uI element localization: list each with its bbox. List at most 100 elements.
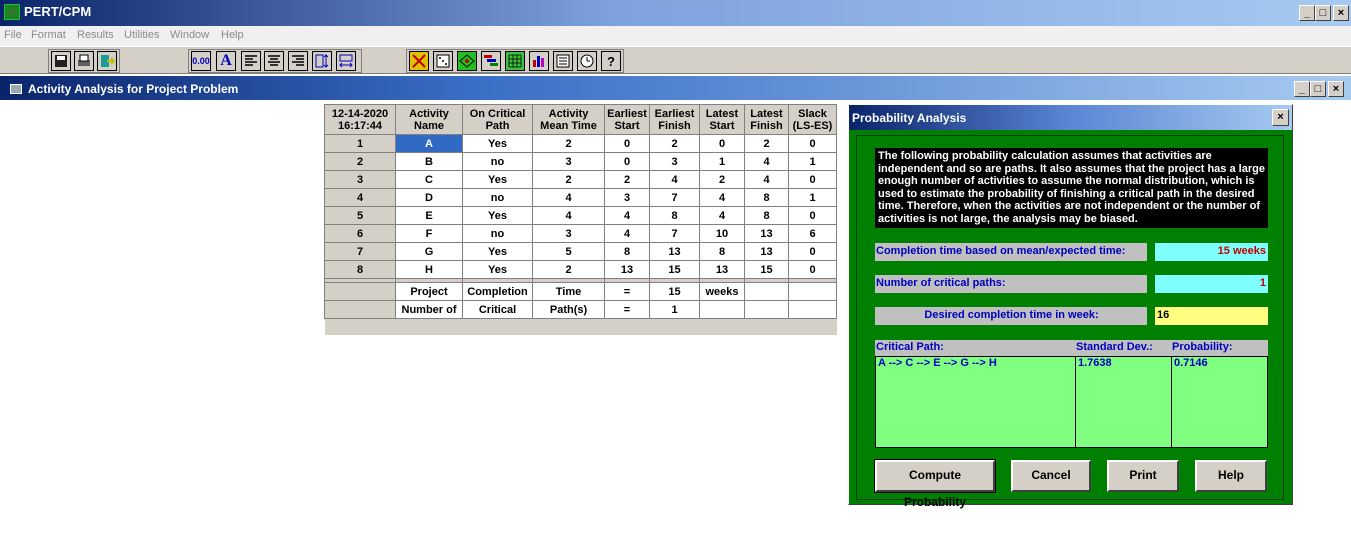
- summary-cell[interactable]: Project: [395, 282, 463, 301]
- child-close-button[interactable]: ×: [1328, 81, 1344, 97]
- table-cell[interactable]: 0: [788, 260, 837, 279]
- gantt-chart-icon[interactable]: [481, 51, 501, 71]
- table-cell[interactable]: 0: [699, 134, 745, 153]
- table-cell[interactable]: 7: [649, 224, 700, 243]
- table-cell[interactable]: 2: [744, 134, 789, 153]
- summary-cell[interactable]: [788, 300, 837, 319]
- table-cell[interactable]: B: [395, 152, 463, 171]
- column-header[interactable]: On Critical Path: [462, 104, 533, 135]
- table-cell[interactable]: 13: [744, 242, 789, 261]
- table-cell[interactable]: 13: [649, 242, 700, 261]
- summary-cell[interactable]: Time: [532, 282, 605, 301]
- save-icon[interactable]: [51, 51, 71, 71]
- table-cell[interactable]: 4: [649, 170, 700, 189]
- table-cell[interactable]: 2: [532, 260, 605, 279]
- summary-cell[interactable]: weeks: [699, 282, 745, 301]
- table-cell[interactable]: 3: [649, 152, 700, 171]
- row-header[interactable]: 4: [324, 188, 396, 207]
- table-cell[interactable]: 0: [788, 170, 837, 189]
- row-header[interactable]: [324, 300, 396, 319]
- menu-utilities[interactable]: Utilities: [124, 29, 159, 41]
- row-height-icon[interactable]: [312, 51, 332, 71]
- summary-cell[interactable]: =: [604, 300, 650, 319]
- standard-dev-list[interactable]: 1.7638: [1075, 356, 1172, 448]
- dialog-close-button[interactable]: ×: [1272, 109, 1289, 126]
- table-cell[interactable]: 8: [744, 188, 789, 207]
- solve-icon[interactable]: [409, 51, 429, 71]
- table-cell[interactable]: 0: [788, 206, 837, 225]
- desired-time-input[interactable]: 16: [1155, 307, 1268, 325]
- summary-cell[interactable]: [699, 300, 745, 319]
- font-button[interactable]: A: [216, 51, 236, 71]
- table-cell[interactable]: 1: [699, 152, 745, 171]
- table-cell[interactable]: 4: [744, 170, 789, 189]
- table-cell[interactable]: 0: [604, 134, 650, 153]
- row-header[interactable]: [324, 282, 396, 301]
- table-cell[interactable]: 10: [699, 224, 745, 243]
- grid-icon[interactable]: [505, 51, 525, 71]
- help-icon[interactable]: ?: [601, 51, 621, 71]
- child-minimize-button[interactable]: _: [1294, 81, 1310, 97]
- decimal-format-button[interactable]: 0.00: [191, 51, 211, 71]
- network-icon[interactable]: [457, 51, 477, 71]
- menu-results[interactable]: Results: [77, 29, 114, 41]
- table-cell[interactable]: G: [395, 242, 463, 261]
- bar-chart-icon[interactable]: [529, 51, 549, 71]
- table-cell[interactable]: A: [395, 134, 463, 153]
- table-cell[interactable]: E: [395, 206, 463, 225]
- row-header[interactable]: 5: [324, 206, 396, 225]
- table-cell[interactable]: 13: [744, 224, 789, 243]
- cancel-button[interactable]: Cancel: [1011, 460, 1091, 492]
- column-header[interactable]: Latest Finish: [744, 104, 789, 135]
- column-header[interactable]: Earliest Finish: [649, 104, 700, 135]
- table-cell[interactable]: 4: [744, 152, 789, 171]
- table-cell[interactable]: 8: [744, 206, 789, 225]
- compute-probability-button[interactable]: Compute Probability: [874, 459, 996, 509]
- table-cell[interactable]: 0: [788, 134, 837, 153]
- table-cell[interactable]: 7: [649, 188, 700, 207]
- table-cell[interactable]: 3: [532, 152, 605, 171]
- table-cell[interactable]: Yes: [462, 242, 533, 261]
- table-cell[interactable]: 6: [788, 224, 837, 243]
- summary-cell[interactable]: Completion: [462, 282, 533, 301]
- summary-cell[interactable]: 1: [649, 300, 700, 319]
- child-maximize-button[interactable]: □: [1310, 81, 1326, 97]
- print-button[interactable]: Print: [1107, 460, 1179, 492]
- table-cell[interactable]: 4: [699, 188, 745, 207]
- table-cell[interactable]: D: [395, 188, 463, 207]
- table-cell[interactable]: 2: [532, 170, 605, 189]
- minimize-button[interactable]: _: [1299, 5, 1315, 21]
- table-cell[interactable]: no: [462, 152, 533, 171]
- table-cell[interactable]: 4: [532, 206, 605, 225]
- table-cell[interactable]: 13: [699, 260, 745, 279]
- menu-format[interactable]: Format: [31, 29, 66, 41]
- critical-path-list[interactable]: A --> C --> E --> G --> H: [875, 356, 1076, 448]
- summary-cell[interactable]: Path(s): [532, 300, 605, 319]
- column-header[interactable]: Activity Name: [395, 104, 463, 135]
- table-cell[interactable]: 13: [604, 260, 650, 279]
- summary-cell[interactable]: =: [604, 282, 650, 301]
- table-cell[interactable]: 1: [788, 188, 837, 207]
- table-cell[interactable]: 5: [532, 242, 605, 261]
- close-button[interactable]: ×: [1333, 5, 1349, 21]
- table-cell[interactable]: 2: [532, 134, 605, 153]
- table-cell[interactable]: no: [462, 224, 533, 243]
- table-cell[interactable]: 15: [649, 260, 700, 279]
- table-cell[interactable]: 0: [788, 242, 837, 261]
- table-cell[interactable]: 8: [649, 206, 700, 225]
- print-icon[interactable]: [74, 51, 94, 71]
- table-cell[interactable]: F: [395, 224, 463, 243]
- menu-help[interactable]: Help: [221, 29, 244, 41]
- menu-file[interactable]: File: [4, 29, 22, 41]
- row-header[interactable]: 3: [324, 170, 396, 189]
- table-cell[interactable]: H: [395, 260, 463, 279]
- table-cell[interactable]: 2: [649, 134, 700, 153]
- summary-cell[interactable]: [788, 282, 837, 301]
- help-button[interactable]: Help: [1195, 460, 1267, 492]
- table-cell[interactable]: Yes: [462, 206, 533, 225]
- table-cell[interactable]: 4: [532, 188, 605, 207]
- table-cell[interactable]: 3: [532, 224, 605, 243]
- exit-icon[interactable]: [97, 51, 117, 71]
- menu-window[interactable]: Window: [170, 29, 209, 41]
- row-header[interactable]: 6: [324, 224, 396, 243]
